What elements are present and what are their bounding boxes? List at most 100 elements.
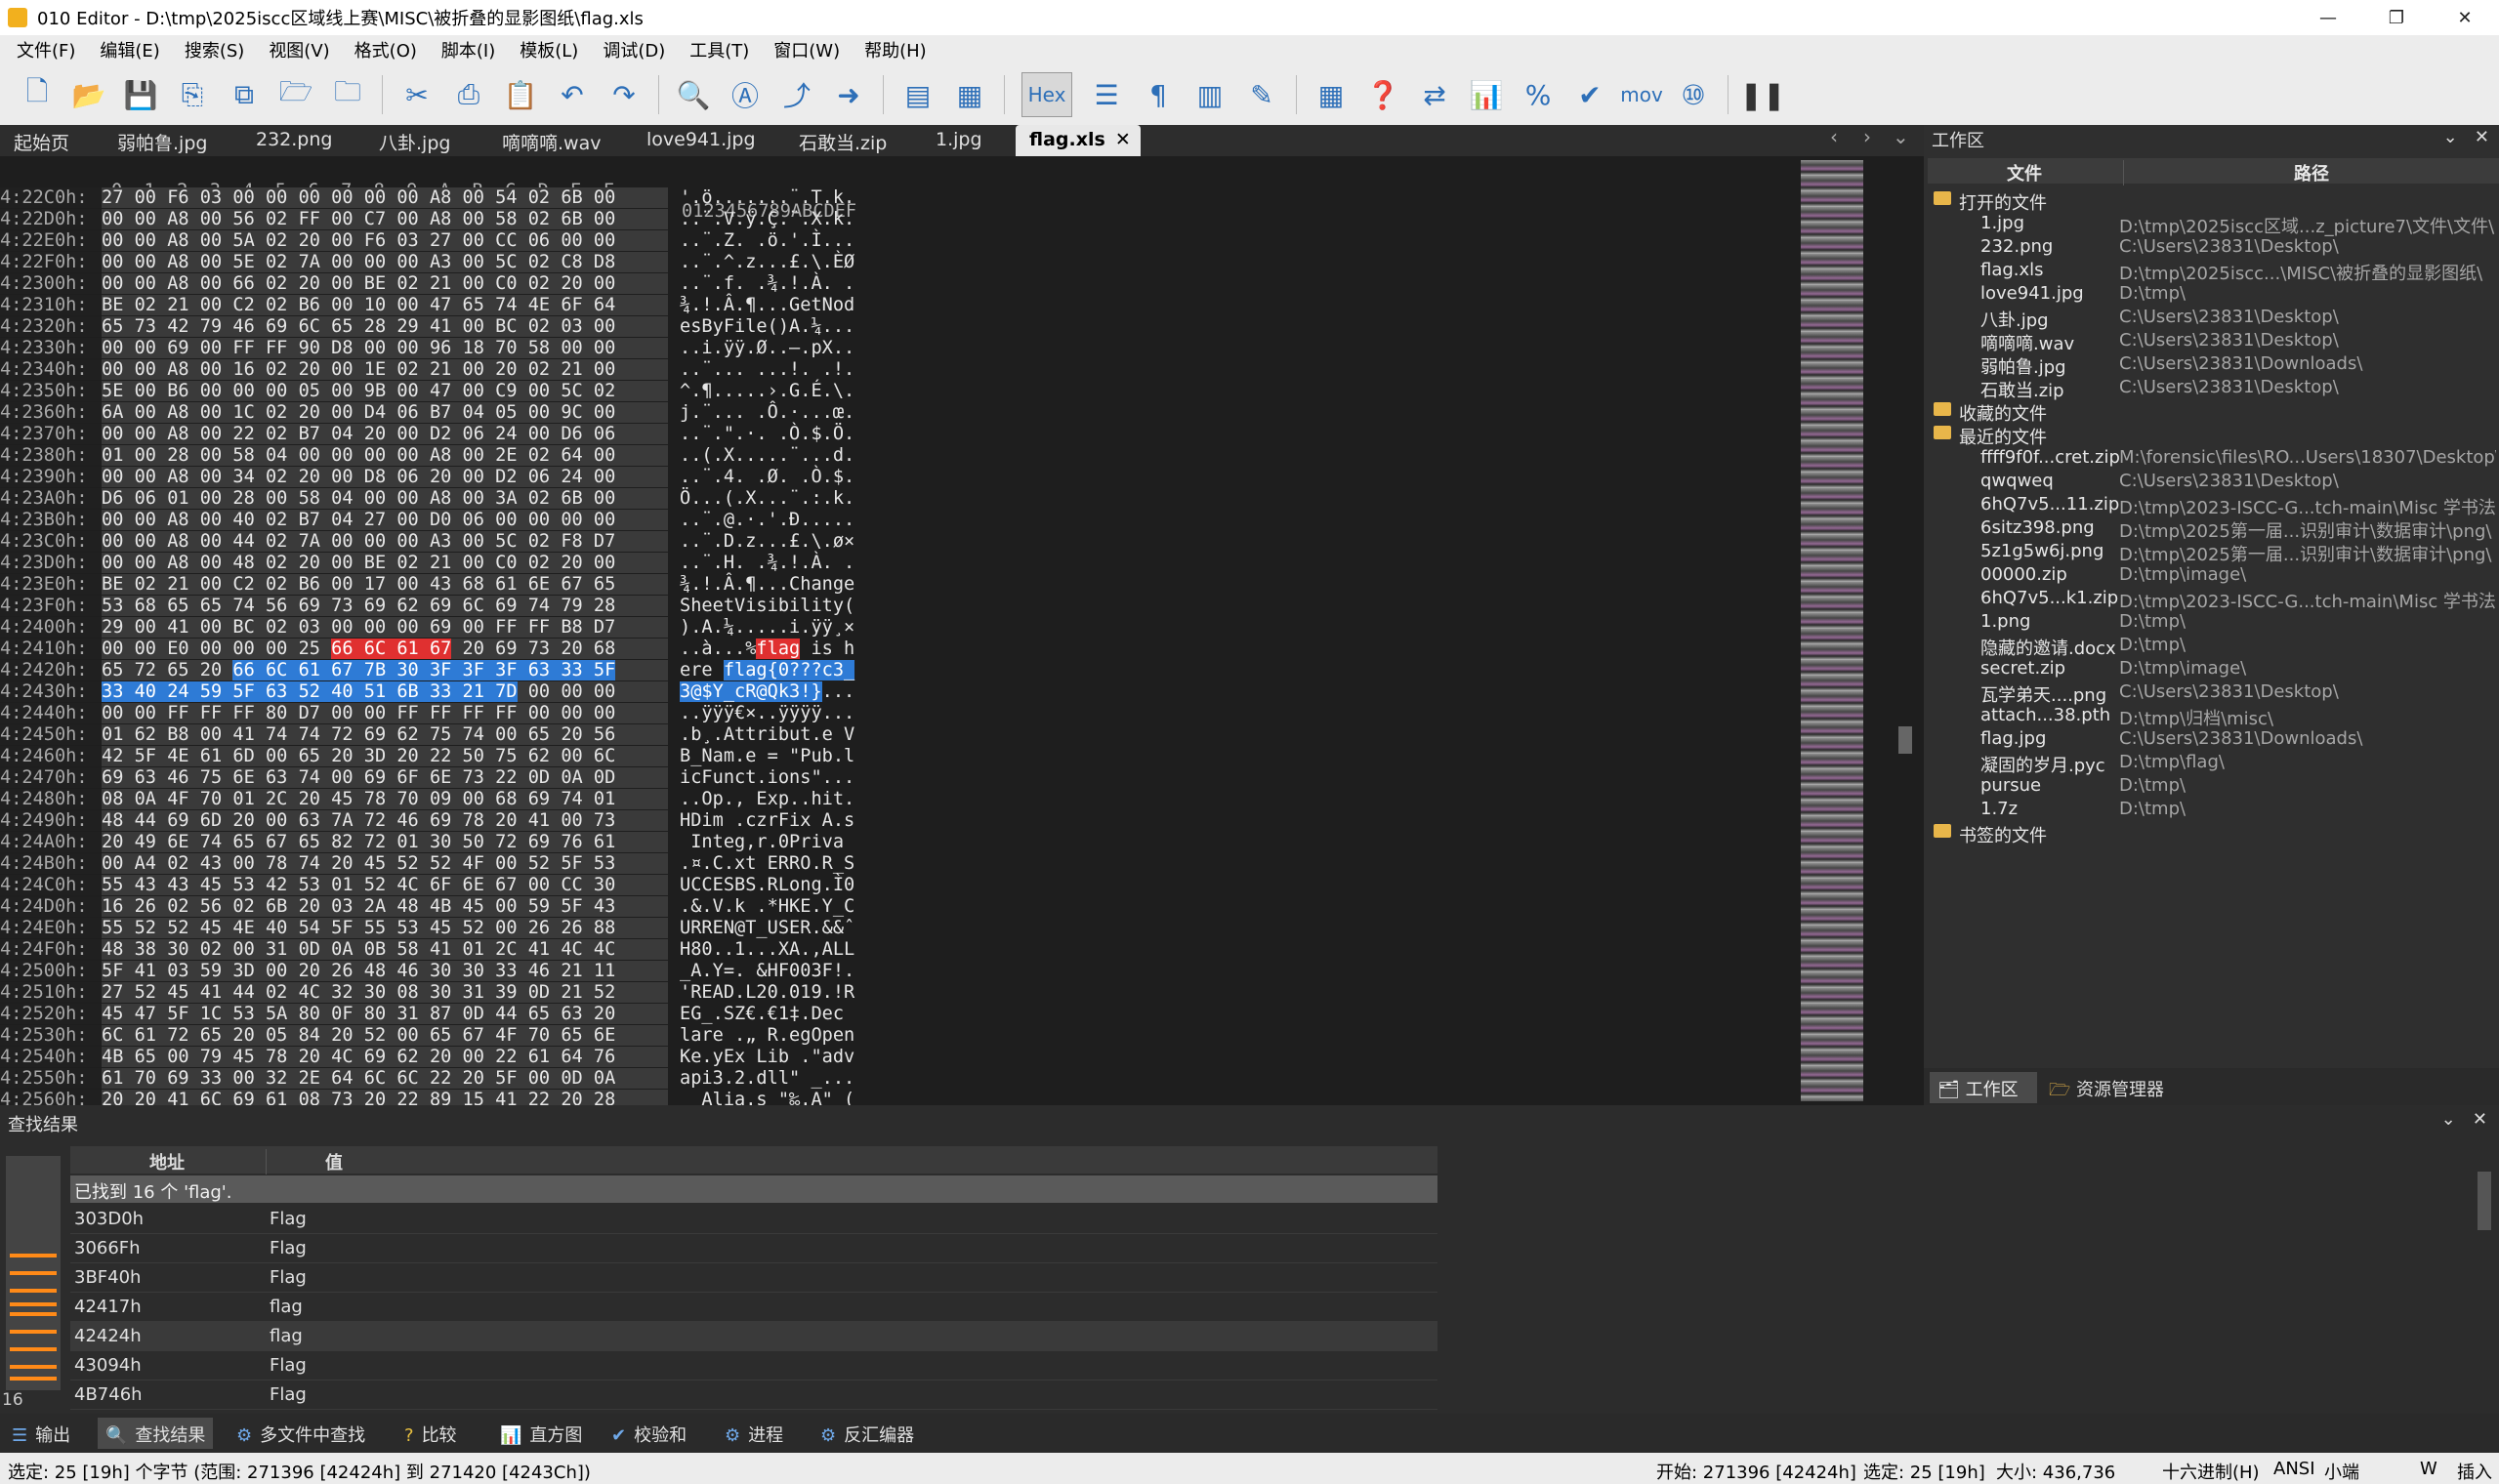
new-file-icon[interactable]: 🗋 [20,75,55,112]
workspace-group[interactable]: 最近的文件 [1924,424,2499,448]
workspace-file-row[interactable]: flag.jpg C:\Users\23831\Downloads\ [1924,728,2499,752]
inspector-icon[interactable]: ❓ [1365,77,1400,112]
replace-icon[interactable]: Ⓐ [728,77,763,112]
find-result-row[interactable]: 303D0h Flag [70,1205,1437,1234]
workspace-file-row[interactable]: 1.7z D:\tmp\ [1924,799,2499,822]
tab-list-icon[interactable]: ⌄ [1893,125,1909,148]
workspace-file-row[interactable]: 6hQ7v5...k1.zip D:\tmp\2023-ISCC-G...tch-… [1924,588,2499,612]
hex-row-bytes[interactable]: 6A 00 A8 00 1C 02 20 00 D4 06 B7 04 05 0… [102,402,668,423]
percent-icon[interactable]: % [1520,77,1556,112]
hex-row-ascii[interactable]: lare .„ R.egOpen [680,1025,871,1046]
workspace-file-row[interactable]: pursue D:\tmp\ [1924,775,2499,799]
hex-row-ascii[interactable]: .b¸.Attribut.e V [680,724,871,745]
hex-row-bytes[interactable]: 00 00 A8 00 22 02 B7 04 20 00 D2 06 24 0… [102,424,668,444]
workspace-group[interactable]: 书签的文件 [1924,822,2499,846]
hex-row-ascii[interactable]: ¾.!.Â.¶...GetNod [680,295,871,315]
hex-row-bytes[interactable]: 00 00 A8 00 56 02 FF 00 C7 00 A8 00 58 0… [102,209,668,229]
menu-debug[interactable]: 调试(D) [586,37,673,62]
file-minimap[interactable] [1801,160,1863,1101]
undo-icon[interactable]: ↶ [555,77,590,112]
hex-row-ascii[interactable]: icFunct.ions"... [680,767,871,788]
workspace-file-row[interactable]: 6sitz398.png D:\tmp\2025第一届...识别审计\数据审计\p… [1924,517,2499,542]
hex-row-bytes[interactable]: 5E 00 B6 00 00 00 05 00 9B 00 47 00 C9 0… [102,381,668,401]
workspace-file-row[interactable]: 嘀嘀嘀.wav C:\Users\23831\Desktop\ [1924,330,2499,354]
minimize-button[interactable]: — [2294,0,2362,35]
hex-row-bytes[interactable]: 00 00 A8 00 5E 02 7A 00 00 00 A3 00 5C 0… [102,252,668,272]
hex-row-ascii[interactable]: EG_.SZ€.€1‡.Dec [680,1004,871,1024]
hex-row-bytes[interactable]: 48 38 30 02 00 31 0D 0A 0B 58 41 01 2C 4… [102,939,668,960]
redo-icon[interactable]: ↷ [606,77,642,112]
workspace-group[interactable]: 收藏的文件 [1924,400,2499,425]
hex-row-bytes[interactable]: 00 00 A8 00 40 02 B7 04 27 00 D0 06 00 0… [102,510,668,530]
menu-format[interactable]: 格式(O) [338,37,425,62]
hex-row-bytes[interactable]: 61 70 69 33 00 32 2E 64 6C 6C 22 20 5F 0… [102,1068,668,1089]
hex-row-bytes[interactable]: 00 00 A8 00 48 02 20 00 BE 02 21 00 C0 0… [102,553,668,573]
hex-row-ascii[interactable]: api3.2.dll" _... [680,1068,871,1089]
hex-row-bytes[interactable]: 45 47 5F 1C 53 5A 80 0F 80 31 87 0D 44 6… [102,1004,668,1024]
hex-row-ascii[interactable]: Ke.yEx Lib ."adv [680,1047,871,1067]
workspace-file-row[interactable]: 石敢当.zip C:\Users\23831\Desktop\ [1924,377,2499,401]
hex-row-ascii[interactable]: ..(.X.....¨...d. [680,445,871,466]
save-all-icon[interactable]: ⧉ [227,77,262,112]
workspace-file-row[interactable]: 隐藏的邀请.docx D:\tmp\ [1924,635,2499,659]
hex-row-ascii[interactable]: ere flag{0???c3_ [680,660,871,680]
find-result-row[interactable]: 42417h flag [70,1293,1437,1322]
hex-row-ascii[interactable]: B_Nam.e = "Pub.l [680,746,871,766]
calculator-icon[interactable]: ▦ [1313,77,1349,112]
hex-row-bytes[interactable]: 65 73 42 79 46 69 6C 65 28 29 41 00 BC 0… [102,316,668,337]
menu-file[interactable]: 文件(F) [0,37,83,62]
hex-row-ascii[interactable]: .&.V.k .*HKE.Y_C [680,896,871,917]
tab-output[interactable]: ☰ 输出 [12,1422,70,1447]
tab-histogram[interactable]: 📊 直方图 [500,1422,582,1447]
hex-scroll-thumb[interactable] [1898,726,1912,754]
hex-row-ascii[interactable]: ¾.!.Â.¶...Change [680,574,871,595]
hex-row-bytes[interactable]: 55 52 52 45 4E 40 54 5F 55 53 45 52 00 2… [102,918,668,938]
hex-row-bytes[interactable]: 27 00 F6 03 00 00 00 00 00 00 A8 00 54 0… [102,187,668,208]
hex-row-bytes[interactable]: 33 40 24 59 5F 63 52 40 51 6B 33 21 7D 0… [102,681,668,702]
hex-row-bytes[interactable]: 16 26 02 56 02 6B 20 03 2A 48 4B 45 00 5… [102,896,668,917]
tab-file[interactable]: 弱帕鲁.jpg [117,125,207,156]
status-encoding[interactable]: ANSI [2273,1459,2315,1479]
hex-row-ascii[interactable]: ..¨... ...!. .!. [680,359,871,380]
hex-row-bytes[interactable]: 20 49 6E 74 65 67 65 82 72 01 30 50 72 6… [102,832,668,852]
hex-row-bytes[interactable]: 00 00 A8 00 34 02 20 00 D8 06 20 00 D2 0… [102,467,668,487]
workspace-file-row[interactable]: qwqweq C:\Users\23831\Desktop\ [1924,471,2499,494]
workspace-group[interactable]: 打开的文件 [1924,189,2499,214]
hex-row-bytes[interactable]: 48 44 69 6D 20 00 63 7A 72 46 69 78 20 4… [102,810,668,831]
hex-row-bytes[interactable]: 6C 61 72 65 20 05 84 20 52 00 65 67 4F 7… [102,1025,668,1046]
tab-file[interactable]: 1.jpg [936,125,982,156]
histogram-icon[interactable]: 📊 [1469,77,1504,112]
menu-template[interactable]: 模板(L) [503,37,586,62]
status-endian[interactable]: 小端 [2324,1459,2359,1484]
hex-row-ascii[interactable]: H80..1...XA.,ALL [680,939,871,960]
hex-row-bytes[interactable]: 00 00 A8 00 5A 02 20 00 F6 03 27 00 CC 0… [102,230,668,251]
maximize-button[interactable]: ❐ [2362,0,2431,35]
hex-row-ascii[interactable]: UCCESBS.RLong.Ì0 [680,875,871,895]
columns-icon[interactable]: ▥ [1192,77,1228,112]
hex-row-ascii[interactable]: ..¨.D.z...£.\.ø× [680,531,871,552]
cut-icon[interactable]: ✂ [399,77,435,112]
base-convert-icon[interactable]: ⑩ [1676,77,1711,112]
status-mode[interactable]: 十六进制(H) [2162,1459,2260,1484]
hex-row-ascii[interactable]: ..¨.4. .Ø. .Ò.$. [680,467,871,487]
checksum-icon[interactable]: ✔ [1572,77,1607,112]
highlight-icon[interactable]: ✎ [1244,77,1279,112]
hex-row-bytes[interactable]: 00 00 FF FF FF 80 D7 00 00 FF FF FF FF 0… [102,703,668,723]
run-template-icon[interactable]: ▦ [952,77,987,112]
menu-script[interactable]: 脚本(I) [425,37,503,62]
tab-scroll-right-icon[interactable]: › [1863,125,1871,148]
workspace-file-row[interactable]: 5z1g5w6j.png D:\tmp\2025第一届...识别审计\数据审计\p… [1924,541,2499,565]
hex-row-bytes[interactable]: 00 00 A8 00 44 02 7A 00 00 00 A3 00 5C 0… [102,531,668,552]
find-result-row[interactable]: 42424h flag [70,1322,1437,1351]
find-scroll-thumb[interactable] [2478,1172,2491,1230]
hex-row-ascii[interactable]: ).A.¼.....i.ÿÿ¸× [680,617,871,638]
hex-scrollbar[interactable] [1895,160,1916,1101]
compare-icon[interactable]: ⇄ [1417,77,1452,112]
workspace-file-row[interactable]: secret.zip D:\tmp\image\ [1924,658,2499,681]
hex-row-ascii[interactable]: URREN@T_USER.&&ˆ [680,918,871,938]
tab-find-in-files[interactable]: ⚙ 多文件中查找 [236,1422,365,1447]
hex-row-bytes[interactable]: 29 00 41 00 BC 02 03 00 00 00 69 00 FF F… [102,617,668,638]
find-results-scrollbar[interactable] [2474,1146,2495,1406]
hex-row-bytes[interactable]: 42 5F 4E 61 6D 00 65 20 3D 20 22 50 75 6… [102,746,668,766]
hex-row-ascii[interactable]: HDim .czrFix A.s [680,810,871,831]
